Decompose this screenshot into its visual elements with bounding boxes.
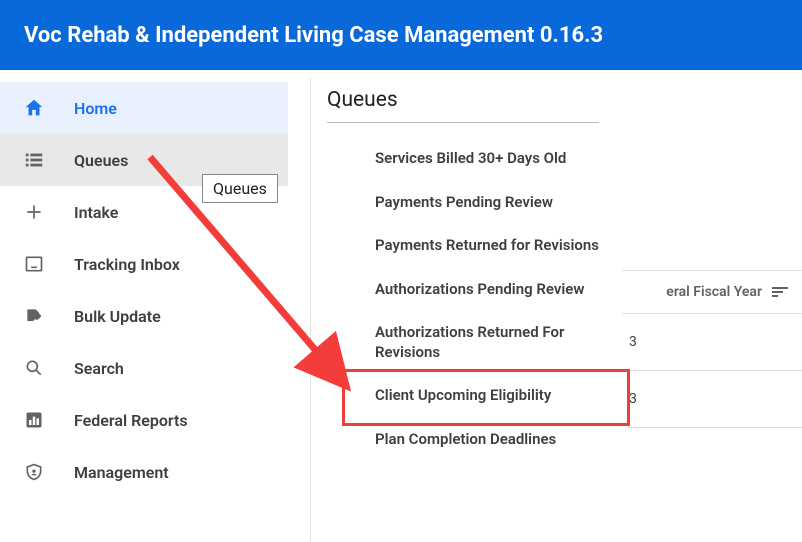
sidebar-item-search[interactable]: Search <box>0 342 288 394</box>
list-icon <box>22 148 46 172</box>
table-row[interactable]: 3 <box>627 314 802 371</box>
edit-doc-icon <box>22 304 46 328</box>
sidebar-item-label: Federal Reports <box>74 411 188 430</box>
sidebar-nav: Home Queues Queues Intake Tracking I <box>0 70 288 542</box>
sidebar-item-label: Search <box>74 359 124 378</box>
search-icon <box>22 356 46 380</box>
plus-icon <box>22 200 46 224</box>
queues-submenu: Queues Services Billed 30+ Days Old Paym… <box>310 78 620 542</box>
sidebar-item-bulk-update[interactable]: Bulk Update <box>0 290 288 342</box>
sidebar-item-queues[interactable]: Queues Queues <box>0 134 288 186</box>
sidebar-item-label: Home <box>74 99 117 118</box>
queue-item-services-billed[interactable]: Services Billed 30+ Days Old <box>327 137 607 181</box>
queue-item-client-eligibility[interactable]: Client Upcoming Eligibility <box>327 374 607 418</box>
cell-value: 3 <box>629 334 637 350</box>
queue-item-payments-revisions[interactable]: Payments Returned for Revisions <box>327 224 607 268</box>
cell-value: 3 <box>629 391 637 407</box>
sidebar-item-label: Intake <box>74 203 118 222</box>
sidebar-item-label: Queues <box>74 151 128 170</box>
queue-item-auth-pending[interactable]: Authorizations Pending Review <box>327 268 607 312</box>
queue-item-plan-completion[interactable]: Plan Completion Deadlines <box>327 418 607 462</box>
sort-icon <box>772 283 790 301</box>
sidebar-item-label: Tracking Inbox <box>74 255 180 274</box>
table-row[interactable]: 3 <box>627 371 802 428</box>
inbox-icon <box>22 252 46 276</box>
home-icon <box>22 96 46 120</box>
app-title: Voc Rehab & Independent Living Case Mana… <box>24 23 603 48</box>
sidebar-item-label: Management <box>74 463 169 482</box>
sidebar-item-management[interactable]: Management <box>0 446 288 498</box>
sidebar-item-label: Bulk Update <box>74 307 161 326</box>
bar-chart-icon <box>22 408 46 432</box>
queue-item-auth-revisions[interactable]: Authorizations Returned For Revisions <box>327 311 607 374</box>
shield-icon <box>22 460 46 484</box>
column-label: eral Fiscal Year <box>666 284 762 300</box>
sidebar-item-tracking-inbox[interactable]: Tracking Inbox <box>0 238 288 290</box>
app-header: Voc Rehab & Independent Living Case Mana… <box>0 0 802 70</box>
queue-item-payments-pending[interactable]: Payments Pending Review <box>327 181 607 225</box>
tooltip-queues: Queues <box>202 174 278 203</box>
table-column-header-fiscal-year[interactable]: eral Fiscal Year <box>622 270 802 314</box>
submenu-title: Queues <box>327 88 599 123</box>
sidebar-item-home[interactable]: Home <box>0 82 288 134</box>
sidebar-item-federal-reports[interactable]: Federal Reports <box>0 394 288 446</box>
